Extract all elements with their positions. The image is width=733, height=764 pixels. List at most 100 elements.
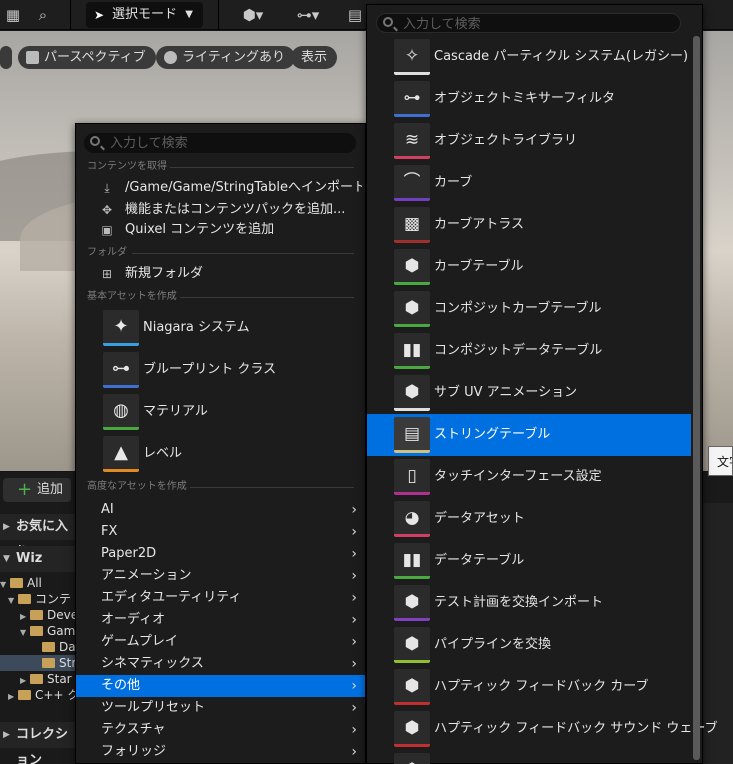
section-header-get-content: コンテンツを取得 (87, 161, 167, 172)
tree-item-content[interactable]: ▼ コンテ (8, 591, 71, 607)
menu-item-label: ブループリント クラス (143, 362, 277, 377)
chevron-right-icon: › (351, 722, 357, 738)
asset-item-string-table[interactable]: ▤ ストリングテーブル (367, 414, 691, 456)
asset-item-interchange-pipeline[interactable]: ⬢ パイプラインを交換 (367, 624, 691, 666)
menu-item-new-folder[interactable]: ⊞ 新規フォルダ (100, 264, 362, 284)
checker-icon: ▩ (394, 207, 430, 243)
perspective-button[interactable]: パースペクティブ (18, 46, 156, 69)
menu-item-add-feature-pack[interactable]: ✥ 機能またはコンテンツパックを追加... (100, 200, 362, 220)
submenu-animation[interactable]: アニメーション › (76, 565, 365, 587)
submenu-gameplay[interactable]: ゲームプレイ › (76, 631, 365, 653)
submenu-ai[interactable]: AI › (76, 499, 365, 521)
asset-item-label: Cascade パーティクル システム(レガシー) (434, 49, 689, 64)
submenu-tool-presets[interactable]: ツールプリセット › (76, 697, 365, 719)
submenu-label: FX (101, 524, 118, 539)
asset-item-cascade-particle-system[interactable]: ✧ Cascade パーティクル システム(レガシー) (367, 36, 691, 78)
menu-search-box[interactable] (84, 133, 356, 153)
add-button[interactable]: + 追加 (3, 478, 71, 502)
asset-item-label: オブジェクトミキサーフィルタ (434, 91, 615, 106)
chevron-right-icon: › (351, 546, 357, 562)
folder-icon (30, 626, 43, 636)
color-bar (103, 427, 139, 430)
cube-icon: ⬢ (394, 375, 430, 411)
color-bar (103, 385, 139, 388)
tree-item-stringtable[interactable]: Str (32, 655, 76, 671)
tree-item-label: Gam (47, 624, 76, 638)
color-bar (394, 660, 430, 663)
asset-item-data-table[interactable]: ▮▮ データテーブル (367, 540, 691, 582)
menu-search-input[interactable] (110, 133, 340, 153)
asset-item-label: カーブテーブル (434, 259, 524, 274)
asset-item-object-mixer-filter[interactable]: ⊶ オブジェクトミキサーフィルタ (367, 78, 691, 120)
cinematics-icon[interactable]: ▤ (344, 5, 366, 25)
tree-item-data[interactable]: Da (32, 639, 76, 655)
blueprint-icon[interactable]: ⊶▾ (288, 5, 328, 25)
color-bar (394, 408, 430, 411)
tree-item-all[interactable]: ▼ All (0, 575, 42, 591)
tree-item-label: Da (59, 640, 76, 654)
tree-item-starter[interactable]: ▶ Star (20, 671, 72, 687)
selection-mode-dropdown[interactable]: ➤ 選択モード ▼ (86, 2, 203, 28)
add-actor-icon[interactable]: ⬢▾ (234, 5, 272, 25)
tree-item-developers[interactable]: ▶ Deve (20, 607, 78, 623)
asset-item-curve-atlas[interactable]: ▩ カーブアトラス (367, 204, 691, 246)
asset-item-curve-table[interactable]: ⬢ カーブテーブル (367, 246, 691, 288)
menu-item-blueprint-class[interactable]: ⊶ ブループリント クラス (100, 352, 362, 392)
asset-item-composite-curve-table[interactable]: ⬢ コンポジットカーブテーブル (367, 288, 691, 330)
menu-item-level[interactable]: ▲ レベル (100, 436, 362, 476)
cube-icon: ⬢ (394, 627, 430, 663)
submenu-audio[interactable]: オーディオ › (76, 609, 365, 631)
asset-item-data-asset[interactable]: ◕ データアセット (367, 498, 691, 540)
submenu-label: AI (101, 502, 114, 517)
import-icon: ⤓ (104, 181, 110, 195)
submenu-cinematics[interactable]: シネマティックス › (76, 653, 365, 675)
tree-item-cpp[interactable]: ▶ C++ ク (8, 687, 79, 703)
submenu-paper2d[interactable]: Paper2D › (76, 543, 365, 565)
submenu-editor-utility[interactable]: エディタユーティリティ › (76, 587, 365, 609)
chevron-right-icon: › (351, 612, 357, 628)
submenu-label: エディタユーティリティ (101, 590, 242, 605)
folder-icon (18, 690, 31, 700)
cube-icon: ⬢ (394, 291, 430, 327)
submenu-fx[interactable]: FX › (76, 521, 365, 543)
new-folder-icon: ⊞ (101, 267, 113, 281)
submenu-foliage[interactable]: フォリッジ › (76, 741, 365, 763)
submenu-search-box[interactable] (376, 13, 681, 34)
content-icon[interactable]: ▦ (2, 5, 24, 25)
niagara-icon: ✦ (103, 310, 139, 346)
viewport-menu-button[interactable] (0, 46, 12, 69)
asset-item-haptic-feedback-curve[interactable]: ⬢ ハプティック フィードバック カーブ (367, 666, 691, 708)
favorites-section[interactable]: ▶ お気に入り (0, 514, 75, 560)
asset-item-label: テスト計画を交換インポート (434, 595, 604, 610)
asset-item-curve[interactable]: ⌒ カーブ (367, 162, 691, 204)
tree-item-game[interactable]: ▼ Gam (20, 623, 75, 639)
tablet-icon: ▯ (394, 459, 430, 495)
asset-item-object-library[interactable]: ≋ オブジェクトライブラリ (367, 120, 691, 162)
curve-icon: ⌒ (394, 165, 430, 201)
submenu-scrollbar[interactable] (693, 36, 700, 760)
section-divider (132, 253, 354, 254)
menu-item-add-quixel[interactable]: ▣ Quixel コンテンツを追加 (100, 220, 362, 240)
selection-mode-label: 選択モード (112, 7, 178, 22)
submenu-textures[interactable]: テクスチャ › (76, 719, 365, 741)
asset-item-touch-interface-setup[interactable]: ▯ タッチインターフェース設定 (367, 456, 691, 498)
color-bar (394, 366, 430, 369)
collections-section[interactable]: ▶ コレクション (0, 722, 75, 764)
lighting-button[interactable]: ライティングあり (156, 46, 295, 69)
color-bar (394, 618, 430, 621)
submenu-search-input[interactable] (403, 14, 633, 34)
submenu-miscellaneous[interactable]: その他 › (76, 675, 365, 697)
asset-item-composite-data-table[interactable]: ▮▮ コンポジットデータテーブル (367, 330, 691, 372)
menu-item-import[interactable]: ⤓ /Game/Game/StringTableへインポート... (100, 178, 362, 198)
menu-item-niagara-system[interactable]: ✦ Niagara システム (100, 310, 362, 350)
asset-item-partial[interactable]: ⬢ (367, 750, 691, 764)
asset-item-sub-uv-animation[interactable]: ⬢ サブ UV アニメーション (367, 372, 691, 414)
asset-item-haptic-feedback-sound-wave[interactable]: ⬢ ハプティック フィードバック サウンド ウェーブ (367, 708, 718, 750)
tree-item-label: Deve (47, 608, 79, 622)
node-graph-icon: ⊶ (394, 81, 430, 117)
project-section[interactable]: ▼ Wiz (0, 546, 75, 572)
menu-item-material[interactable]: ◍ マテリアル (100, 394, 362, 434)
show-button[interactable]: 表示 (291, 46, 338, 69)
asset-item-interchange-test-plan[interactable]: ⬢ テスト計画を交換インポート (367, 582, 691, 624)
search-marketplace-icon[interactable]: ⌕ (32, 5, 54, 25)
